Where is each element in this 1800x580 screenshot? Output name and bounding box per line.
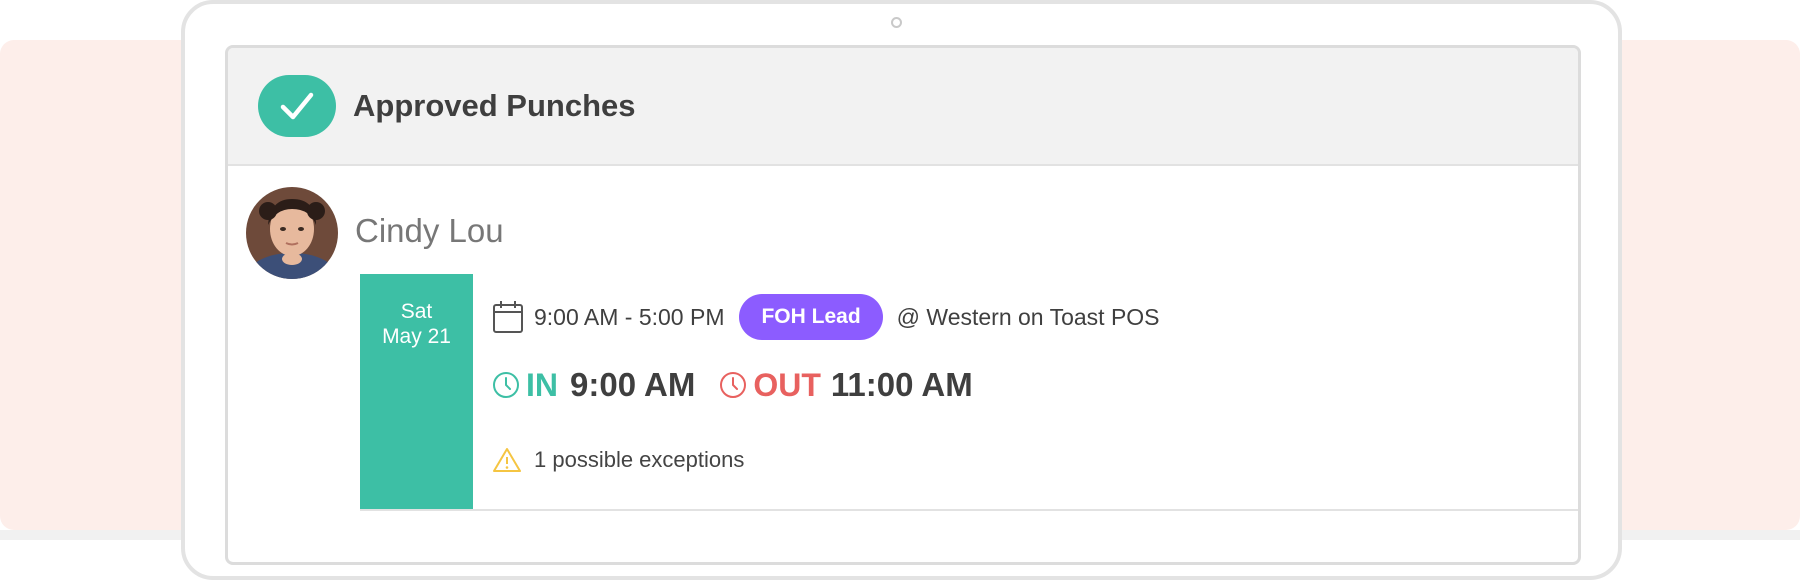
employee-name: Cindy Lou bbox=[355, 212, 504, 249]
shift-time-range: 9:00 AM - 5:00 PM bbox=[534, 303, 725, 330]
clock-out-time: 11:00 AM bbox=[830, 366, 973, 403]
clock-out-icon bbox=[720, 372, 747, 398]
card-header: Approved Punches bbox=[228, 48, 1578, 166]
shift-date: Sat May 21 bbox=[360, 274, 473, 510]
shift-date-label: May 21 bbox=[382, 325, 451, 348]
clock-in-icon bbox=[493, 372, 519, 398]
role-badge: FOH Lead bbox=[739, 294, 883, 340]
app-screen: Approved Punches Cindy Lou Sat May 21 9:… bbox=[225, 45, 1581, 565]
clock-out-group: OUT 11:00 AM bbox=[719, 366, 973, 404]
clock-in-label: IN bbox=[526, 366, 558, 403]
exception-count: 1 possible exceptions bbox=[534, 447, 745, 472]
row-divider bbox=[360, 509, 1578, 511]
shift-location: @ Western on Toast POS bbox=[896, 303, 1160, 330]
approved-badge bbox=[258, 75, 336, 137]
warning-icon bbox=[493, 448, 521, 472]
camera-dot bbox=[891, 17, 902, 28]
check-icon bbox=[280, 92, 314, 120]
punch-times: IN 9:00 AM OUT 11:00 AM bbox=[492, 362, 973, 408]
clock-in-time: 9:00 AM bbox=[570, 366, 696, 403]
shift-details: 9:00 AM - 5:00 PM FOH Lead @ Western on … bbox=[492, 293, 1160, 341]
page-title: Approved Punches bbox=[353, 88, 636, 123]
clock-out-label: OUT bbox=[753, 366, 821, 403]
shift-day: Sat bbox=[400, 300, 433, 323]
calendar-icon bbox=[493, 301, 523, 333]
avatar[interactable] bbox=[246, 187, 338, 279]
exception-notice[interactable]: 1 possible exceptions bbox=[492, 443, 744, 477]
